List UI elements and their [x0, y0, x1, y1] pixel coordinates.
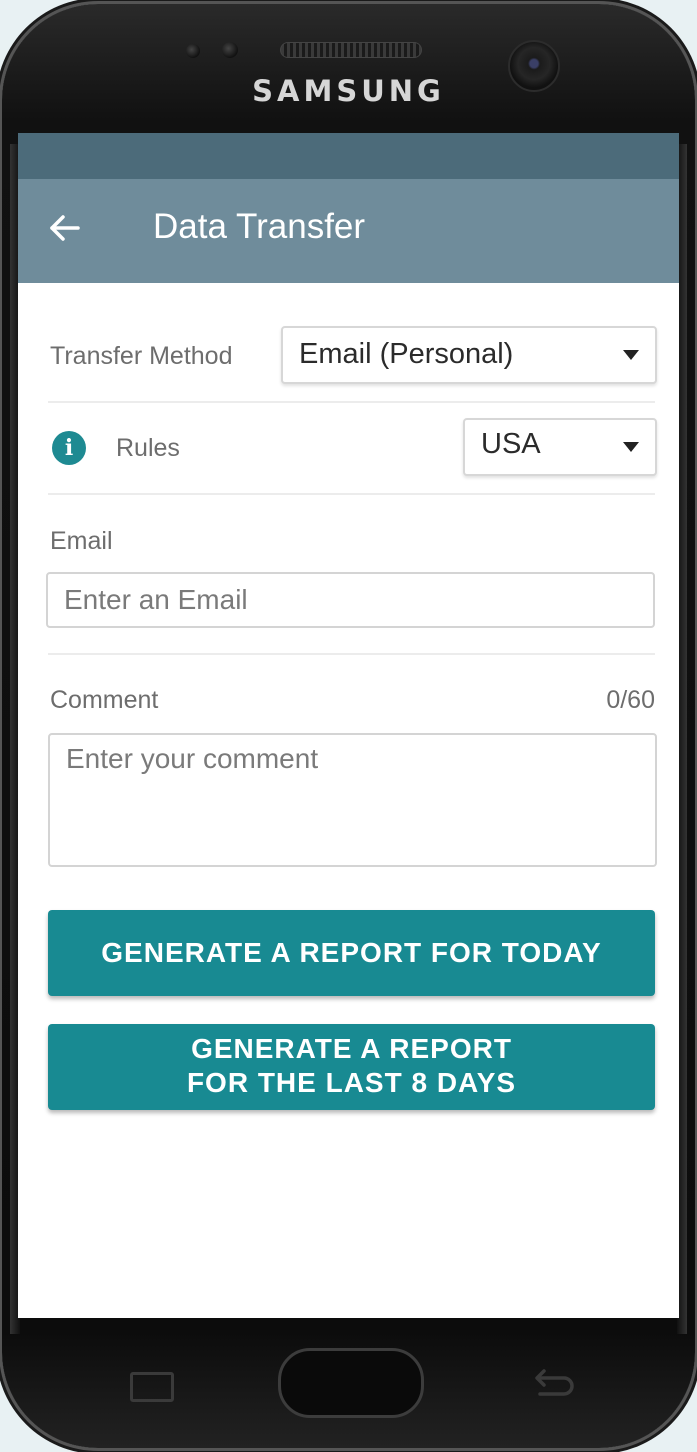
generate-report-today-button[interactable]: GENERATE A REPORT FOR TODAY [48, 910, 655, 996]
generate-report-last-8-days-label-line2: FOR THE LAST 8 DAYS [186, 1067, 517, 1098]
rules-label: Rules [116, 434, 180, 462]
info-icon[interactable]: i [52, 431, 86, 465]
arrow-left-icon[interactable] [48, 211, 82, 245]
earpiece-speaker [280, 42, 422, 58]
divider [48, 493, 655, 495]
caret-down-icon [623, 442, 639, 452]
generate-report-last-8-days-button[interactable]: GENERATE A REPORT FOR THE LAST 8 DAYS [48, 1024, 655, 1110]
email-field[interactable] [46, 572, 655, 628]
home-button[interactable] [278, 1348, 424, 1418]
app-bar: Data Transfer [18, 179, 679, 283]
page-title: Data Transfer [153, 207, 366, 246]
email-label: Email [50, 527, 113, 555]
light-sensor-icon [222, 42, 238, 58]
generate-report-last-8-days-label-line1: GENERATE A REPORT [191, 1033, 512, 1064]
comment-char-counter: 0/60 [606, 686, 655, 714]
transfer-method-value: Email (Personal) [299, 338, 514, 370]
divider [48, 401, 655, 403]
divider [48, 653, 655, 655]
comment-label: Comment [50, 686, 159, 714]
proximity-sensor-icon [186, 44, 200, 58]
brand-logo: SAMSUNG [252, 74, 445, 108]
generate-report-today-label: GENERATE A REPORT FOR TODAY [101, 937, 602, 968]
caret-down-icon [623, 350, 639, 360]
transfer-method-label: Transfer Method [50, 342, 233, 370]
recent-apps-icon[interactable] [130, 1372, 174, 1402]
transfer-method-select[interactable]: Email (Personal) [281, 326, 657, 384]
rules-select[interactable]: USA [463, 418, 657, 476]
back-icon[interactable] [530, 1368, 574, 1398]
status-bar [18, 133, 679, 179]
rules-value: USA [481, 428, 541, 460]
comment-field[interactable] [48, 733, 657, 867]
screen: Data Transfer Transfer Method Email (Per… [18, 133, 679, 1318]
